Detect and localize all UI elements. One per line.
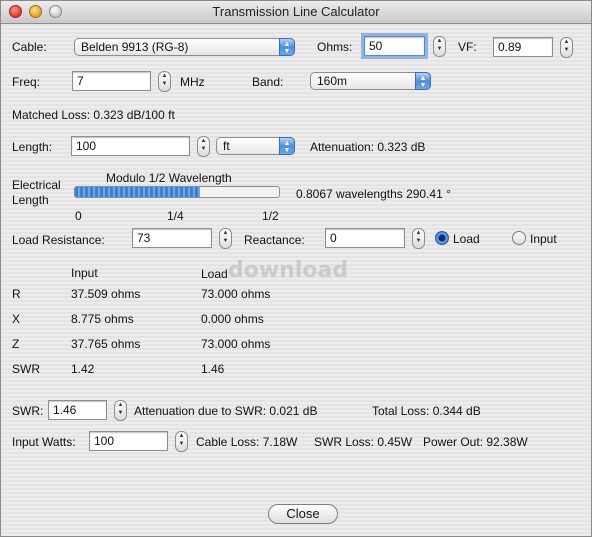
load-resistance-label: Load Resistance: <box>12 233 105 247</box>
input-watts-input[interactable]: 100 <box>89 431 168 451</box>
bar-tick-quarter: 1/4 <box>167 209 184 223</box>
reactance-label: Reactance: <box>244 233 305 247</box>
column-header-load: Load <box>201 267 228 281</box>
column-header-input: Input <box>71 266 98 280</box>
ohms-label: Ohms: <box>317 40 353 54</box>
length-stepper[interactable]: ▲ ▼ <box>197 136 210 157</box>
electrical-length-fill <box>75 187 201 197</box>
length-input[interactable]: 100 <box>71 136 190 156</box>
table-cell-load: 1.46 <box>201 362 225 376</box>
chevron-updown-icon: ▲ ▼ <box>415 72 431 90</box>
title-bar: Transmission Line Calculator <box>1 1 591 24</box>
bar-tick-half: 1/2 <box>262 209 279 223</box>
load-resistance-input[interactable]: 73 <box>132 228 212 248</box>
table-cell-input: 8.775 ohms <box>71 312 134 326</box>
load-radio[interactable] <box>435 231 449 245</box>
electrical-length-bar <box>74 186 280 198</box>
swr-input[interactable]: 1.46 <box>48 400 107 420</box>
freq-unit: MHz <box>180 75 205 89</box>
electrical-label-line1: Electrical <box>12 178 61 192</box>
power-out: Power Out: 92.38W <box>423 435 528 449</box>
chevron-updown-icon: ▲ ▼ <box>279 38 295 56</box>
swr-label: SWR: <box>12 404 44 418</box>
length-attenuation: Attenuation: 0.323 dB <box>310 140 426 154</box>
ohms-stepper[interactable]: ▲ ▼ <box>433 36 446 57</box>
electrical-label-line2: Length <box>12 193 49 207</box>
table-cell-input: 37.765 ohms <box>71 337 141 351</box>
swr-stepper[interactable]: ▲ ▼ <box>114 400 127 421</box>
vf-stepper[interactable]: ▲ ▼ <box>560 37 573 58</box>
reactance-stepper[interactable]: ▲ ▼ <box>412 228 425 249</box>
close-button[interactable]: Close <box>268 504 338 524</box>
band-select[interactable]: 160m ▲ ▼ <box>310 72 431 90</box>
table-row-label: SWR <box>12 362 40 376</box>
download-watermark: download <box>228 258 349 283</box>
table-row-label: X <box>12 312 21 326</box>
band-label: Band: <box>252 75 284 89</box>
table-cell-input: 37.509 ohms <box>71 287 141 301</box>
table-cell-load: 0.000 ohms <box>201 312 264 326</box>
table-row-label: R <box>12 287 21 301</box>
load-resistance-stepper[interactable]: ▲ ▼ <box>219 228 232 249</box>
freq-input[interactable]: 7 <box>72 71 151 91</box>
freq-label: Freq: <box>12 75 41 89</box>
input-radio[interactable] <box>512 231 526 245</box>
ohms-input[interactable]: 50 <box>364 36 425 56</box>
matched-loss: Matched Loss: 0.323 dB/100 ft <box>12 108 175 122</box>
input-radio-label: Input <box>530 232 557 246</box>
freq-stepper[interactable]: ▲ ▼ <box>158 71 171 92</box>
window-title: Transmission Line Calculator <box>212 4 380 19</box>
bar-tick-0: 0 <box>75 209 82 223</box>
input-watts-label: Input Watts: <box>12 435 76 449</box>
vf-label: VF: <box>458 40 477 54</box>
electrical-readout: 0.8067 wavelengths 290.41 ° <box>296 187 451 201</box>
band-select-value: 160m <box>317 74 348 88</box>
swr-loss: SWR Loss: 0.45W <box>314 435 413 449</box>
table-cell-load: 73.000 ohms <box>201 337 271 351</box>
cable-label: Cable: <box>12 40 47 54</box>
cable-select[interactable]: Belden 9913 (RG-8) ▲ ▼ <box>74 38 295 56</box>
input-watts-stepper[interactable]: ▲ ▼ <box>175 431 188 452</box>
load-radio-label: Load <box>453 232 480 246</box>
electrical-bar-title: Modulo 1/2 Wavelength <box>106 171 232 185</box>
table-cell-load: 73.000 ohms <box>201 287 271 301</box>
reactance-input[interactable]: 0 <box>325 228 405 248</box>
calculator-window: Transmission Line Calculator Cable: Beld… <box>0 0 592 537</box>
swr-attenuation: Attenuation due to SWR: 0.021 dB <box>134 404 318 418</box>
vf-input[interactable]: 0.89 <box>493 37 553 57</box>
cable-select-value: Belden 9913 (RG-8) <box>81 40 189 54</box>
length-unit-select[interactable]: ft ▲ ▼ <box>216 137 295 155</box>
cable-loss: Cable Loss: 7.18W <box>196 435 298 449</box>
table-row-label: Z <box>12 337 20 351</box>
table-cell-input: 1.42 <box>71 362 95 376</box>
chevron-updown-icon: ▲ ▼ <box>279 137 295 155</box>
length-unit-value: ft <box>223 139 230 153</box>
total-loss: Total Loss: 0.344 dB <box>372 404 481 418</box>
length-label: Length: <box>12 140 53 154</box>
